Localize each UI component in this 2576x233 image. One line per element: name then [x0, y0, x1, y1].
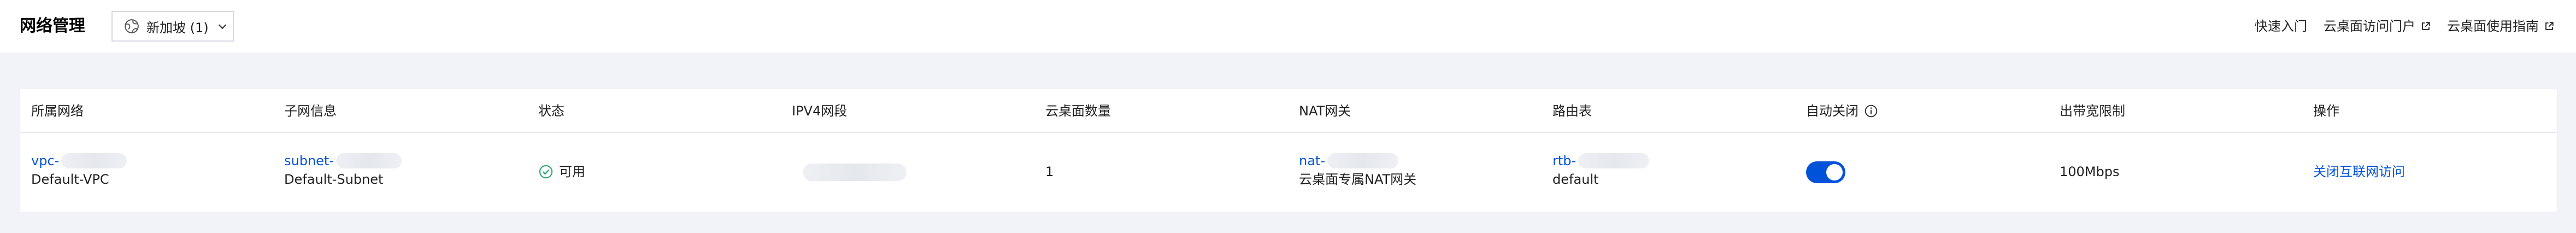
toggle-knob	[1826, 164, 1843, 180]
info-icon[interactable]	[1864, 104, 1878, 118]
nat-id-prefix: nat-	[1299, 153, 1325, 168]
page-title: 网络管理	[20, 16, 85, 36]
status-cell: 可用	[538, 162, 585, 181]
column-header-bandwidth: 出带宽限制	[2060, 103, 2125, 119]
network-cell: vpc- Default-VPC	[31, 152, 127, 189]
route-table-id-prefix: rtb-	[1552, 153, 1577, 168]
column-header-route-table: 路由表	[1552, 103, 1592, 119]
disable-internet-access-link[interactable]: 关闭互联网访问	[2313, 162, 2405, 181]
redacted-ipv4	[803, 164, 907, 181]
nat-cell: nat- 云桌面专属NAT网关	[1299, 152, 1416, 189]
region-select-value: 新加坡 (1)	[146, 20, 209, 36]
desktop-count-cell: 1	[1045, 164, 1054, 179]
chevron-down-icon	[218, 24, 226, 30]
header-links: 快速入门 云桌面访问门户 云桌面使用指南	[2255, 18, 2554, 35]
column-header-auto-close: 自动关闭	[1806, 102, 1878, 120]
region-select[interactable]: 新加坡 (1)	[111, 11, 234, 42]
route-table-name: default	[1552, 172, 1599, 187]
quick-start-label: 快速入门	[2255, 19, 2307, 34]
redacted-route-table-id	[1578, 153, 1650, 168]
status-label: 可用	[559, 164, 585, 179]
desktop-portal-link[interactable]: 云桌面访问门户	[2324, 18, 2431, 35]
subnet-id-prefix: subnet-	[284, 153, 334, 168]
nat-name: 云桌面专属NAT网关	[1299, 172, 1417, 187]
network-id-link[interactable]: vpc-	[31, 152, 127, 170]
redacted-network-id	[61, 153, 127, 168]
column-header-status: 状态	[538, 103, 564, 119]
table-header: 所属网络 子网信息 状态 IPV4网段 云桌面数量 NAT网关 路由表 自动关闭…	[20, 89, 2557, 133]
globe-icon	[125, 19, 139, 33]
auto-close-toggle[interactable]	[1806, 161, 1845, 183]
column-header-subnet: 子网信息	[284, 103, 337, 119]
subnet-id-link[interactable]: subnet-	[284, 152, 402, 170]
check-circle-icon	[539, 165, 553, 179]
route-table-cell: rtb- default	[1552, 152, 1650, 189]
nat-id-link[interactable]: nat-	[1299, 152, 1416, 170]
user-guide-label: 云桌面使用指南	[2447, 19, 2539, 34]
table-row: vpc- Default-VPC subnet- Default-Subnet …	[20, 133, 2557, 213]
subnet-name: Default-Subnet	[284, 172, 384, 187]
bandwidth-cell: 100Mbps	[2060, 164, 2120, 179]
column-header-desktop-count: 云桌面数量	[1045, 103, 1111, 119]
ipv4-cell	[801, 164, 907, 186]
network-id-prefix: vpc-	[31, 153, 60, 168]
redacted-nat-id	[1327, 153, 1398, 168]
column-header-actions: 操作	[2313, 103, 2339, 119]
network-table: 所属网络 子网信息 状态 IPV4网段 云桌面数量 NAT网关 路由表 自动关闭…	[20, 89, 2557, 212]
subnet-cell: subnet- Default-Subnet	[284, 152, 402, 189]
desktop-portal-label: 云桌面访问门户	[2324, 19, 2415, 34]
redacted-subnet-id	[336, 153, 402, 168]
column-header-nat: NAT网关	[1299, 103, 1351, 119]
auto-close-header-label: 自动关闭	[1806, 103, 1859, 119]
top-header: 网络管理 新加坡 (1) 快速入门 云桌面访问门户 云桌面使用指南	[0, 0, 2576, 53]
user-guide-link[interactable]: 云桌面使用指南	[2447, 18, 2554, 35]
route-table-id-link[interactable]: rtb-	[1552, 152, 1650, 170]
external-link-icon	[2545, 22, 2554, 30]
column-header-network: 所属网络	[31, 103, 84, 119]
quick-start-link[interactable]: 快速入门	[2255, 18, 2307, 35]
external-link-icon	[2422, 22, 2430, 30]
network-name: Default-VPC	[31, 172, 109, 187]
column-header-ipv4: IPV4网段	[792, 103, 848, 119]
